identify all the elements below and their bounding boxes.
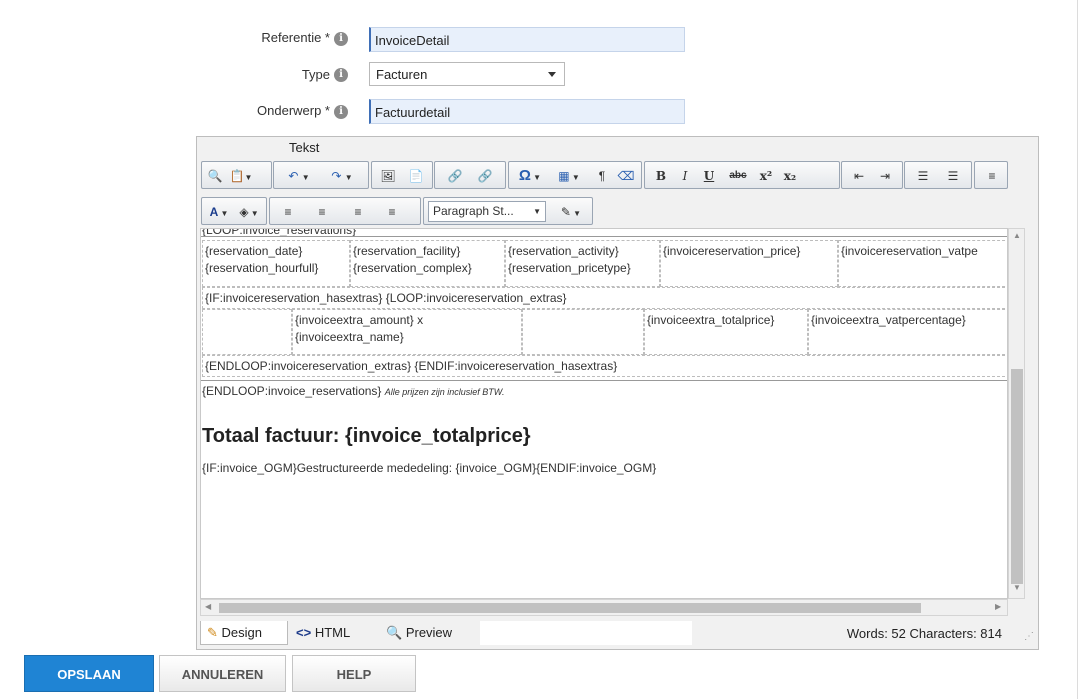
underline-icon[interactable]: U: [701, 166, 717, 186]
chevron-down-icon: ▼: [533, 207, 541, 216]
table-cell: [202, 309, 292, 355]
table-cell: {invoiceextra_vatpercentage}: [808, 309, 1007, 355]
link-group: 🔗 🔗: [434, 161, 506, 189]
find-icon[interactable]: 🔍: [206, 166, 224, 186]
table-icon[interactable]: ▦ ▼: [553, 166, 585, 186]
align-right-icon[interactable]: ≡: [348, 202, 368, 222]
align-left-icon[interactable]: ≡: [278, 202, 298, 222]
align-left-icon[interactable]: ≡: [981, 166, 1003, 186]
justify-group: ≡ ≡ ≡ ≡: [269, 197, 421, 225]
table-cell: {invoiceextra_amount} x {invoiceextra_nam…: [292, 309, 522, 355]
word-count: Words: 52 Characters: 814: [846, 626, 1002, 641]
tab-design[interactable]: ✎ Design: [200, 621, 288, 645]
if-row: {IF:invoicereservation_hasextras} {LOOP:…: [202, 287, 1007, 309]
undo-icon[interactable]: ↶ ▼: [280, 166, 318, 186]
list-group: ☰ ☰: [904, 161, 972, 189]
reference-label: Referentie *: [261, 30, 330, 45]
help-button[interactable]: HELP: [292, 655, 416, 692]
info-icon[interactable]: i: [334, 68, 348, 82]
font-color-icon[interactable]: A ▼: [208, 202, 230, 222]
align-group: ≡: [974, 161, 1008, 189]
media-group: 🖼 📄: [371, 161, 433, 189]
redo-icon[interactable]: ↷ ▼: [322, 166, 362, 186]
table-cell: {invoicereservation_vatpe: [838, 240, 1007, 287]
justify-icon[interactable]: ≡: [382, 202, 402, 222]
total-heading: Totaal factuur: {invoice_totalprice}: [202, 425, 531, 447]
format-painter-icon[interactable]: ✎ ▼: [554, 202, 588, 222]
type-select[interactable]: Facturen: [369, 62, 565, 86]
subscript-icon[interactable]: x₂: [781, 166, 799, 186]
symbol-icon[interactable]: Ω ▼: [515, 166, 545, 186]
paste-icon[interactable]: 📋▼: [226, 166, 256, 186]
scroll-thumb[interactable]: [219, 603, 921, 613]
image-icon[interactable]: 🖼: [378, 166, 398, 186]
info-icon[interactable]: i: [334, 32, 348, 46]
indent-group: ⇤ ⇥: [841, 161, 903, 189]
mode-bar-spacer: [480, 621, 692, 645]
table-cell: {reservation_date} {reservation_hourfull}: [202, 240, 350, 287]
paragraph-mark-icon[interactable]: ¶: [593, 166, 611, 186]
style-group: Paragraph St... ▼ ✎ ▼: [423, 197, 593, 225]
toolbar-row-2: A ▼ ◈ ▼ ≡ ≡ ≡ ≡ Paragraph St... ▼ ✎ ▼: [201, 197, 1037, 225]
link-icon[interactable]: 🔗: [443, 166, 467, 186]
undo-group: ↶ ▼ ↷ ▼: [273, 161, 369, 189]
toolbar-row-1: 🔍 📋▼ ↶ ▼ ↷ ▼ 🖼 📄 🔗 🔗 Ω ▼ ▦ ▼ ¶ ⌫ B I U a…: [201, 161, 1037, 189]
tab-preview[interactable]: 🔍 Preview: [380, 621, 476, 645]
endloop-row: {ENDLOOP:invoicereservation_extras} {END…: [202, 355, 1007, 377]
table-cell: {reservation_activity} {reservation_price…: [505, 240, 660, 287]
scroll-thumb[interactable]: [1011, 369, 1023, 584]
italic-icon[interactable]: I: [677, 166, 693, 186]
editor-content[interactable]: {LOOP:invoice_reservations} {reservation…: [200, 228, 1008, 599]
table-cell: [522, 309, 644, 355]
tab-html[interactable]: <> HTML: [290, 621, 370, 645]
outdent-icon[interactable]: ⇤: [848, 166, 870, 186]
vat-note: Alle prijzen zijn inclusief BTW.: [384, 387, 505, 397]
subject-label: Onderwerp *: [257, 103, 330, 118]
reference-input[interactable]: InvoiceDetail: [369, 27, 685, 52]
highlight-icon[interactable]: ◈ ▼: [236, 202, 262, 222]
horizontal-scrollbar[interactable]: ◀ ▶: [200, 599, 1008, 616]
scroll-left-icon[interactable]: ◀: [205, 602, 211, 611]
type-select-value: Facturen: [376, 67, 428, 82]
superscript-icon[interactable]: x²: [757, 166, 775, 186]
indent-icon[interactable]: ⇥: [874, 166, 896, 186]
divider: [201, 236, 1007, 237]
insert-group: Ω ▼ ▦ ▼ ¶ ⌫: [508, 161, 642, 189]
ogm-line: {IF:invoice_OGM}Gestructureerde mededeli…: [202, 461, 657, 475]
rich-text-editor: Tekst 🔍 📋▼ ↶ ▼ ↷ ▼ 🖼 📄 🔗 🔗 Ω ▼ ▦ ▼ ¶ ⌫ B…: [196, 136, 1039, 650]
strikethrough-icon[interactable]: abc: [725, 166, 751, 186]
paragraph-style-select[interactable]: Paragraph St... ▼: [428, 201, 546, 222]
table-cell: {reservation_facility} {reservation_compl…: [350, 240, 505, 287]
code-icon: <>: [296, 625, 312, 640]
type-label: Type: [301, 67, 330, 82]
unlink-icon[interactable]: 🔗: [473, 166, 497, 186]
subject-input[interactable]: Factuurdetail: [369, 99, 685, 124]
table-cell: {invoiceextra_totalprice}: [644, 309, 808, 355]
end-reservations-line: {ENDLOOP:invoice_reservations} Alle prij…: [202, 384, 505, 398]
bullet-list-icon[interactable]: ☰: [941, 166, 965, 186]
clean-icon[interactable]: ⌫: [617, 166, 635, 186]
scroll-up-icon[interactable]: ▲: [1013, 231, 1021, 240]
table-cell: {invoicereservation_price}: [660, 240, 838, 287]
bold-icon[interactable]: B: [653, 166, 669, 186]
scroll-down-icon[interactable]: ▼: [1013, 583, 1021, 592]
document-icon[interactable]: 📄: [406, 166, 426, 186]
format-group: B I U abc x² x₂: [644, 161, 840, 189]
align-center-icon[interactable]: ≡: [312, 202, 332, 222]
divider: [201, 380, 1007, 381]
pencil-icon: ✎: [207, 625, 218, 640]
color-group: A ▼ ◈ ▼: [201, 197, 267, 225]
save-button[interactable]: OPSLAAN: [24, 655, 154, 692]
vertical-scrollbar[interactable]: ▲ ▼: [1008, 228, 1025, 599]
chevron-down-icon: [548, 72, 556, 77]
editor-title: Tekst: [289, 140, 320, 155]
info-icon[interactable]: i: [334, 105, 348, 119]
scroll-right-icon[interactable]: ▶: [995, 602, 1001, 611]
cancel-button[interactable]: ANNULEREN: [159, 655, 286, 692]
magnifier-icon: 🔍: [386, 625, 403, 640]
numbered-list-icon[interactable]: ☰: [911, 166, 935, 186]
clipboard-group: 🔍 📋▼: [201, 161, 272, 189]
paragraph-style-value: Paragraph St...: [433, 204, 514, 218]
resize-handle-icon[interactable]: ⋰: [1024, 631, 1034, 642]
